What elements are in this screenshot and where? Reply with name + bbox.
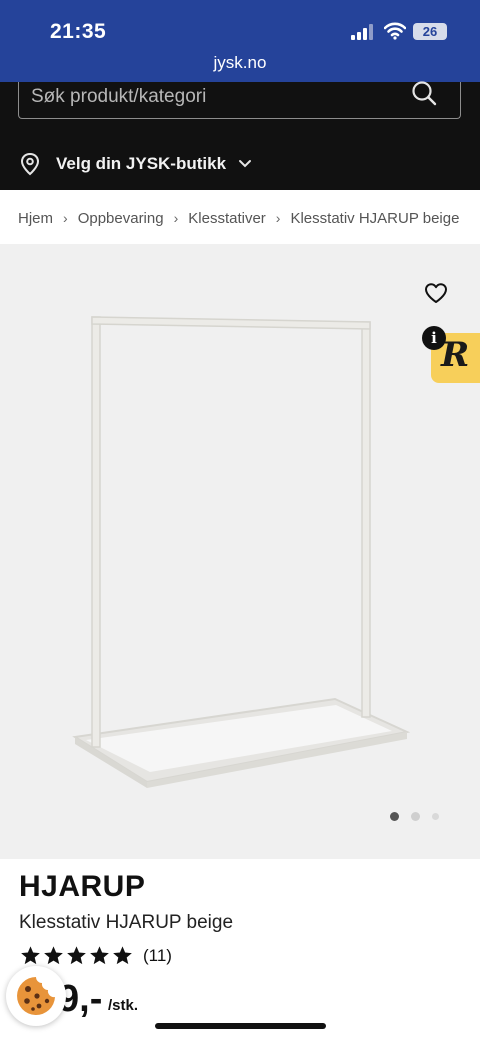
home-indicator[interactable] bbox=[155, 1023, 326, 1029]
info-icon[interactable]: i bbox=[422, 326, 446, 350]
gallery-dot[interactable] bbox=[390, 812, 399, 821]
breadcrumb-item-clothes-racks[interactable]: Klesstativer bbox=[188, 210, 266, 227]
search-icon[interactable] bbox=[411, 80, 437, 106]
product-title: HJARUP bbox=[19, 870, 146, 903]
price-unit: /stk. bbox=[108, 997, 139, 1014]
product-subtitle: Klesstativ HJARUP beige bbox=[19, 912, 234, 933]
location-pin-icon bbox=[20, 152, 40, 176]
search-box[interactable] bbox=[18, 80, 461, 119]
heart-icon[interactable] bbox=[424, 282, 448, 304]
chevron-down-icon bbox=[239, 160, 252, 168]
star-icon bbox=[113, 946, 132, 965]
cookie-settings-button[interactable] bbox=[6, 966, 66, 1026]
chevron-right-icon: › bbox=[275, 210, 281, 226]
star-icon bbox=[90, 946, 109, 965]
site-header: Velg din JYSK-butikk bbox=[0, 80, 480, 190]
breadcrumb-item-storage[interactable]: Oppbevaring bbox=[78, 210, 164, 227]
gallery-dot[interactable] bbox=[411, 812, 420, 821]
browser-url[interactable]: jysk.no bbox=[0, 53, 480, 73]
star-icon bbox=[44, 946, 63, 965]
store-selector[interactable]: Velg din JYSK-butikk bbox=[20, 152, 252, 176]
battery-indicator: 26 bbox=[413, 23, 447, 40]
breadcrumb-item-home[interactable]: Hjem bbox=[18, 210, 53, 227]
status-bar: 21:35 26 jysk.no bbox=[0, 0, 480, 82]
breadcrumb: Hjem › Oppbevaring › Klesstativer › Kles… bbox=[18, 207, 462, 229]
store-selector-label: Velg din JYSK-butikk bbox=[56, 154, 227, 173]
star-icon bbox=[21, 946, 40, 965]
status-time: 21:35 bbox=[50, 20, 107, 43]
wifi-icon bbox=[384, 22, 406, 40]
rating-stars bbox=[20, 945, 135, 966]
chevron-right-icon: › bbox=[63, 210, 68, 226]
gallery-dot[interactable] bbox=[432, 813, 439, 820]
cellular-signal-icon bbox=[351, 24, 373, 40]
review-count[interactable]: (11) bbox=[143, 946, 172, 966]
chevron-right-icon: › bbox=[173, 210, 179, 226]
star-icon bbox=[67, 946, 86, 965]
cookie-icon bbox=[17, 977, 56, 1015]
product-image[interactable] bbox=[70, 304, 415, 794]
gallery-pagination bbox=[390, 812, 451, 821]
product-image-gallery[interactable] bbox=[0, 244, 480, 859]
breadcrumb-item-current[interactable]: Klesstativ HJARUP beige bbox=[290, 210, 459, 227]
product-rating[interactable]: (11) bbox=[20, 945, 172, 966]
search-input[interactable] bbox=[31, 82, 401, 112]
